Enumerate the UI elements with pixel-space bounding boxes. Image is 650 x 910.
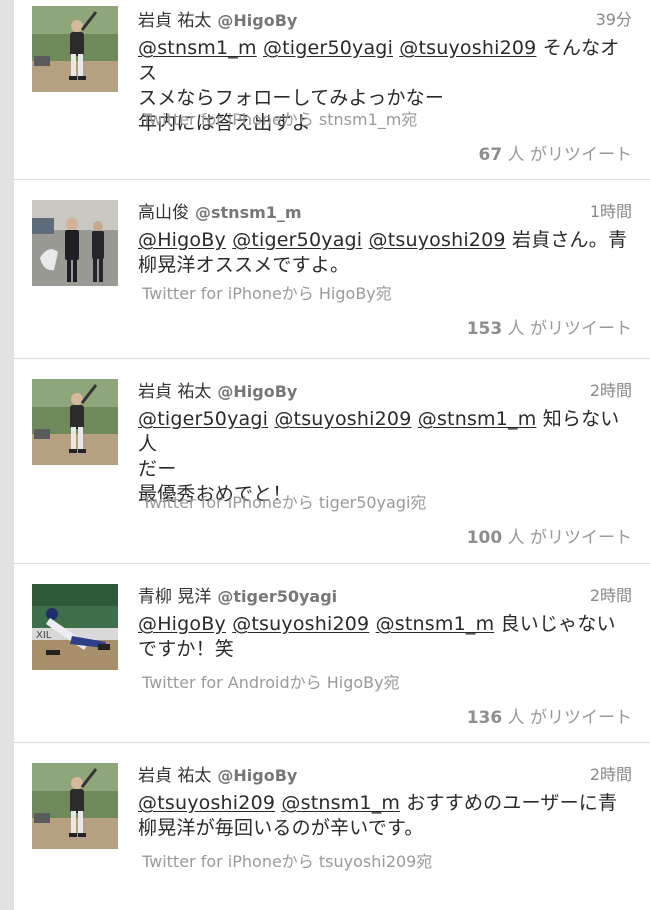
baseball-batter-avatar[interactable] [32, 379, 118, 465]
mention-link[interactable]: @tsuyoshi209 [369, 229, 506, 251]
mention-link[interactable]: @stnsm1_m [138, 37, 257, 59]
tweet-header: 岩貞 祐太 @HigoBy 2時間 [138, 761, 632, 786]
tweet-item[interactable]: 高山俊 @stnsm1_m 1時間 @HigoBy @tiger50yagi @t… [14, 180, 650, 359]
retweet-number: 136 [466, 708, 503, 728]
retweet-count[interactable]: 136 人 がリツイート [467, 703, 632, 728]
tweet-item[interactable]: 岩貞 祐太 @HigoBy 2時間 @tiger50yagi @tsuyoshi2… [14, 359, 650, 564]
user-handle[interactable]: @tiger50yagi [217, 587, 337, 606]
tweet-header: 青柳 晃洋 @tiger50yagi 2時間 [138, 582, 632, 607]
baseball-batter-avatar[interactable] [32, 6, 118, 92]
retweet-count[interactable]: 67 人 がリツイート [479, 140, 632, 165]
tweet-time[interactable]: 2時間 [590, 377, 632, 401]
tweet-text-segment: だー [138, 458, 177, 480]
tweet-text: @HigoBy @tsuyoshi209 @stnsm1_m 良いじゃない です… [138, 612, 634, 662]
svg-text:XIL: XIL [36, 630, 52, 641]
mention-link[interactable]: @tiger50yagi [263, 37, 393, 59]
tweet-source: Twitter for Androidから HigoBy宛 [142, 673, 400, 692]
men-in-suits-avatar[interactable] [32, 200, 118, 286]
user-handle[interactable]: @HigoBy [217, 382, 297, 401]
mention-link[interactable]: @stnsm1_m [418, 408, 537, 430]
baseball-batter-avatar[interactable] [32, 763, 118, 849]
mention-link[interactable]: @tsuyoshi209 [138, 792, 275, 814]
tweet-source: Twitter for iPhoneから tsuyoshi209宛 [142, 852, 433, 871]
retweet-label: 人 がリツイート [507, 319, 632, 339]
tweet-text-segment: 良いじゃない [500, 613, 616, 635]
mention-link[interactable]: @stnsm1_m [281, 792, 400, 814]
tweet-item[interactable]: 岩貞 祐太 @HigoBy 39分 @stnsm1_m @tiger50yagi … [14, 0, 650, 180]
retweet-number: 67 [478, 145, 503, 165]
retweet-label: 人 がリツイート [507, 145, 632, 165]
tweet-text-segment: おすすめのユーザーに青 [406, 792, 618, 814]
tweet-time[interactable]: 1時間 [590, 198, 632, 222]
tweet-text: @tsuyoshi209 @stnsm1_m おすすめのユーザーに青 柳晃洋が毎… [138, 791, 634, 841]
timeline-page: 岩貞 祐太 @HigoBy 39分 @stnsm1_m @tiger50yagi … [0, 0, 650, 910]
mention-link[interactable]: @tsuyoshi209 [274, 408, 411, 430]
user-name[interactable]: 岩貞 祐太 [138, 11, 211, 31]
mention-link[interactable]: @tsuyoshi209 [399, 37, 536, 59]
tweet-source: Twitter for iPhoneから stnsm1_m宛 [142, 110, 418, 129]
mention-link[interactable]: @tiger50yagi [138, 408, 268, 430]
user-name[interactable]: 岩貞 祐太 [138, 382, 211, 402]
tweet-source: Twitter for iPhoneから HigoBy宛 [142, 284, 392, 303]
tweet-item[interactable]: 岩貞 祐太 @HigoBy 2時間 @tsuyoshi209 @stnsm1_m … [14, 743, 650, 910]
mention-link[interactable]: @HigoBy [138, 229, 226, 251]
user-name[interactable]: 岩貞 祐太 [138, 766, 211, 786]
mention-link[interactable]: @tsuyoshi209 [232, 613, 369, 635]
tweet-item[interactable]: XIL 青柳 晃洋 @tiger50yagi 2時間 @HigoBy @tsuyo… [14, 564, 650, 743]
mention-link[interactable]: @HigoBy [138, 613, 226, 635]
tweet-time[interactable]: 2時間 [590, 761, 632, 785]
user-handle[interactable]: @stnsm1_m [195, 203, 302, 222]
user-handle[interactable]: @HigoBy [217, 11, 297, 30]
tweet-text-segment: 柳晃洋オススメですよ。 [138, 254, 350, 276]
retweet-count[interactable]: 153 人 がリツイート [467, 314, 632, 339]
left-edge-strip [0, 0, 14, 910]
tweet-text-segment: 柳晃洋が毎回いるのが辛いです。 [138, 817, 424, 839]
retweet-label: 人 がリツイート [507, 528, 632, 548]
tweet-source: Twitter for iPhoneから tiger50yagi宛 [142, 493, 427, 512]
tweet-timeline[interactable]: 岩貞 祐太 @HigoBy 39分 @stnsm1_m @tiger50yagi … [14, 0, 650, 910]
user-name[interactable]: 高山俊 [138, 203, 189, 223]
mention-link[interactable]: @stnsm1_m [376, 613, 495, 635]
tweet-text-segment: ですか！笑 [138, 638, 235, 660]
retweet-number: 100 [466, 528, 503, 548]
user-handle[interactable]: @HigoBy [217, 766, 297, 785]
tweet-header: 岩貞 祐太 @HigoBy 2時間 [138, 377, 632, 402]
tweet-text: @HigoBy @tiger50yagi @tsuyoshi209 岩貞さん。青… [138, 228, 634, 278]
tweet-text-segment: 岩貞さん。青 [511, 229, 628, 251]
tweet-time[interactable]: 2時間 [590, 582, 632, 606]
mention-link[interactable]: @tiger50yagi [232, 229, 362, 251]
retweet-label: 人 がリツイート [507, 708, 632, 728]
retweet-number: 153 [466, 319, 503, 339]
tweet-header: 岩貞 祐太 @HigoBy 39分 [138, 6, 632, 31]
tweet-time[interactable]: 39分 [596, 6, 632, 30]
baseball-pitcher-avatar[interactable]: XIL [32, 584, 118, 670]
user-name[interactable]: 青柳 晃洋 [138, 587, 211, 607]
tweet-header: 高山俊 @stnsm1_m 1時間 [138, 198, 632, 223]
retweet-count[interactable]: 100 人 がリツイート [467, 523, 632, 548]
